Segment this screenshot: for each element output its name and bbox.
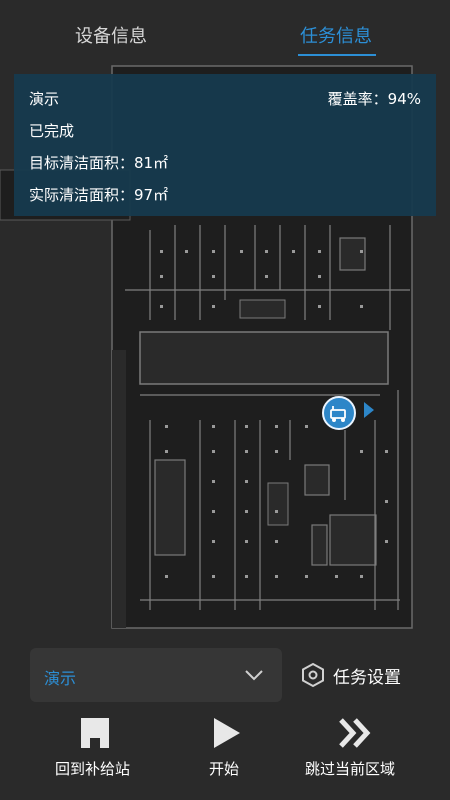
active-tab-indicator [298,54,376,56]
coverage-rate: 覆盖率：94% [327,90,421,108]
chevron-down-icon [245,670,263,681]
return-label: 回到补给站 [55,760,131,778]
skip-label: 跳过当前区域 [305,760,396,778]
station-icon [81,718,109,748]
robot-heading-arrow [364,402,374,418]
start-label: 开始 [209,760,240,778]
task-info-panel: 演示 覆盖率：94% 已完成 目标清洁面积：81㎡ 实际清洁面积：97㎡ [14,74,436,216]
play-icon [214,718,240,748]
robot-position-icon [322,396,356,430]
task-name: 演示 [29,90,60,108]
task-select-dropdown[interactable]: 演示 [30,648,282,702]
double-chevron-right-icon [339,718,371,748]
task-settings-label: 任务设置 [333,668,401,688]
tab-task-info[interactable]: 任务信息 [300,22,372,48]
tab-device-info[interactable]: 设备信息 [75,22,147,48]
task-status: 已完成 [29,122,75,140]
task-select-value: 演示 [44,669,77,688]
hexagon-gear-icon [302,662,324,688]
target-clean-area: 目标清洁面积：81㎡ [29,154,169,172]
tab-bar: 设备信息 任务信息 [0,0,450,62]
bottom-controls: 演示 任务设置 回到补给站 开始 跳过当前区域 [0,640,450,800]
actual-clean-area: 实际清洁面积：97㎡ [29,186,169,204]
